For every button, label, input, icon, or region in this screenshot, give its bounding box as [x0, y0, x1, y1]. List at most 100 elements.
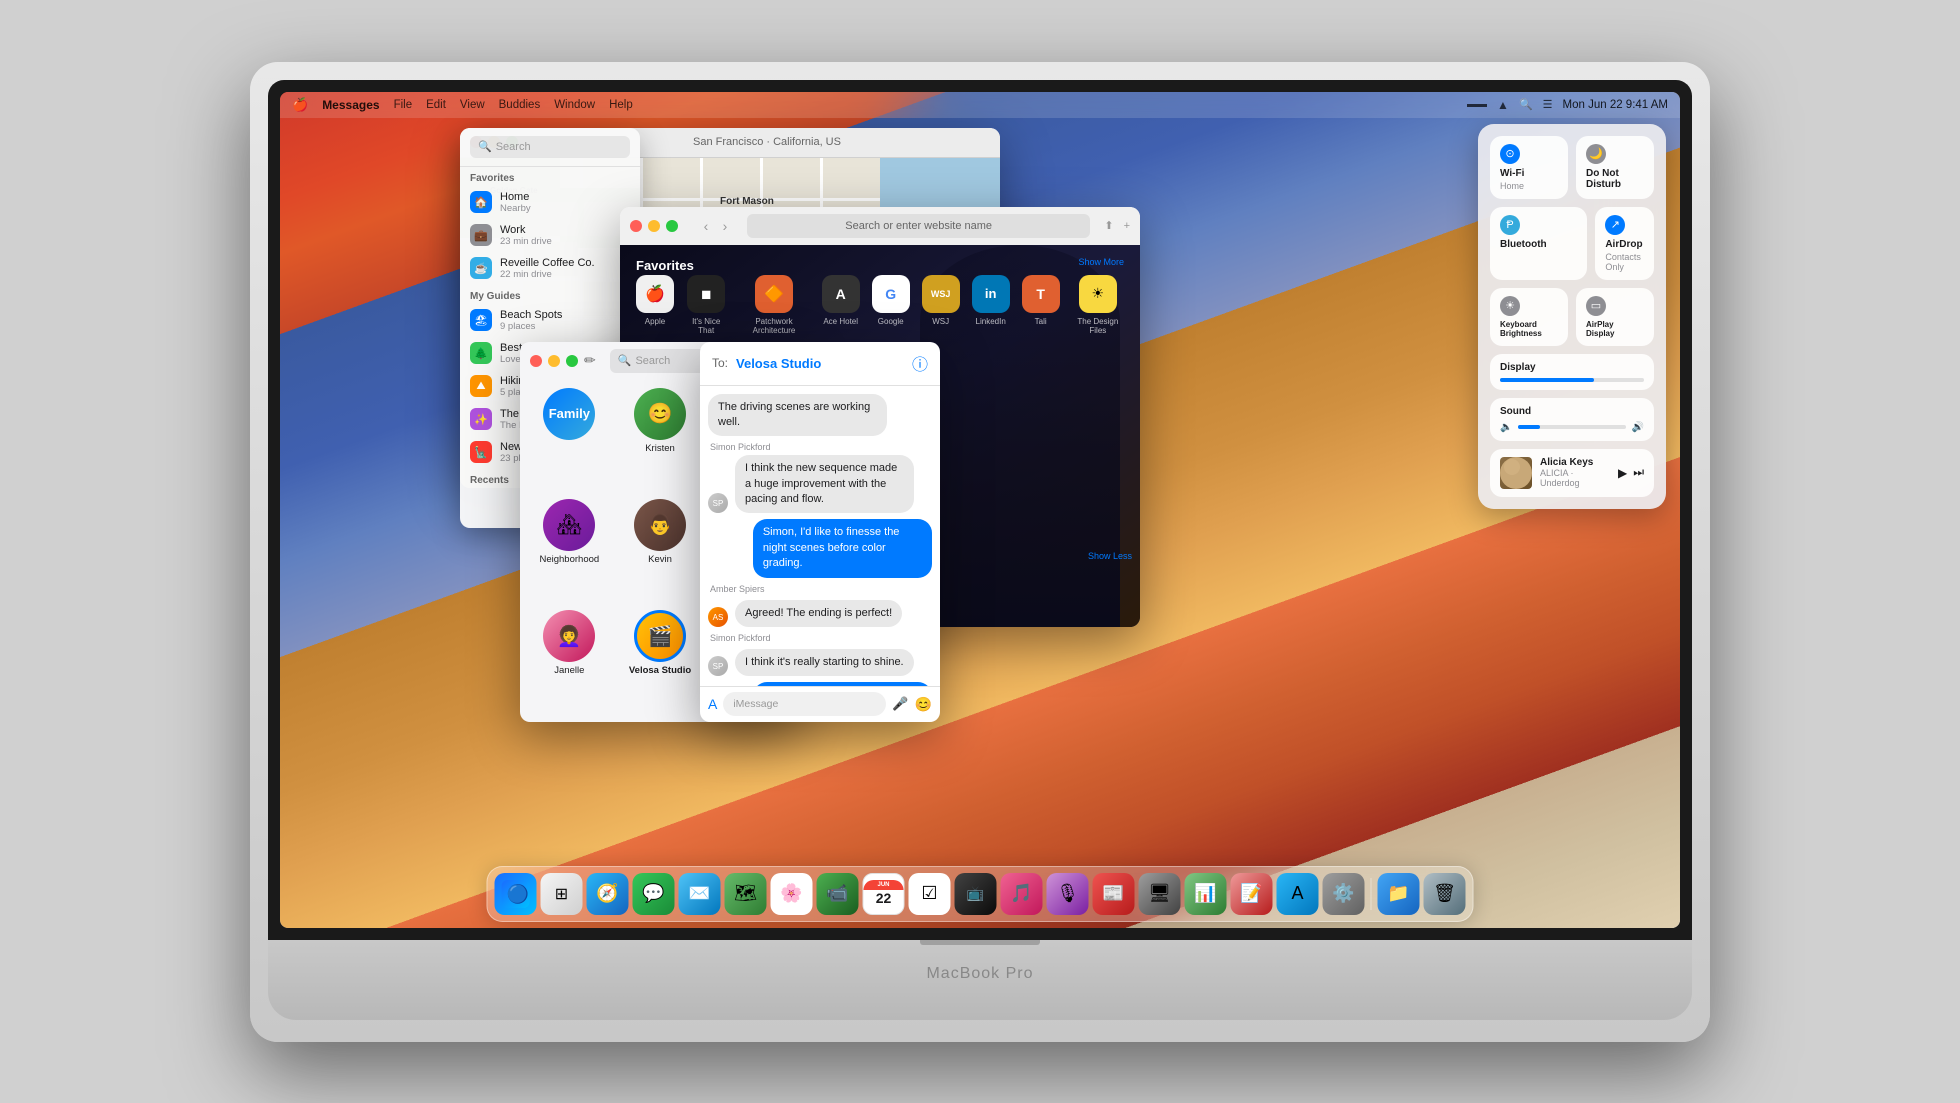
maps-search-input[interactable]: 🔍 Search [470, 136, 630, 158]
menubar-window[interactable]: Window [554, 99, 595, 111]
fav-patchwork[interactable]: 🔶 Patchwork Architecture [738, 275, 809, 335]
dock-news[interactable]: 📰 [1093, 873, 1135, 915]
safari-close-btn[interactable] [630, 220, 642, 232]
contact-kevin[interactable]: 👨 Kevin [619, 499, 702, 602]
menubar-battery-icon[interactable]: ▬▬ [1467, 99, 1487, 110]
cc-sound-track[interactable] [1518, 425, 1625, 429]
cc-bluetooth-tile[interactable]: Ᵽ Bluetooth [1490, 207, 1587, 280]
cc-airdrop-tile[interactable]: ↗ AirDrop Contacts Only [1595, 207, 1654, 280]
dock-folder[interactable]: 📁 [1378, 873, 1420, 915]
favorites-section-title: Favorites [460, 167, 640, 186]
messages-icon: 💬 [642, 883, 664, 904]
cc-next-button[interactable]: ⏭ [1633, 465, 1644, 480]
sidebar-item-coffee[interactable]: ☕ Reveille Coffee Co. 22 min drive [460, 252, 640, 285]
dock-music[interactable]: 🎵 [1001, 873, 1043, 915]
family-label: Family [549, 406, 590, 421]
safari-share-btn[interactable]: ⬆ [1104, 219, 1113, 232]
safari-back-btn[interactable]: ‹ [698, 218, 714, 234]
sidebar-item-home[interactable]: 🏠 Home Nearby [460, 186, 640, 219]
chat-info-button[interactable]: ⓘ [912, 351, 928, 375]
contact-janelle[interactable]: 👩‍🦱 Janelle [528, 610, 611, 713]
cc-dnd-tile[interactable]: 🌙 Do Not Disturb [1576, 136, 1654, 199]
dock-finder[interactable]: 🔵 [495, 873, 537, 915]
dock-appletv[interactable]: 📺 [955, 873, 997, 915]
contact-velosa-studio[interactable]: 🎬 Velosa Studio [619, 610, 702, 713]
cc-play-button[interactable]: ▶ [1618, 466, 1627, 480]
messages-fullscreen-btn[interactable] [566, 355, 578, 367]
contact-family[interactable]: Family [528, 388, 611, 491]
favorites-title: Favorites [636, 258, 694, 273]
dock-numbers[interactable]: 📊 [1185, 873, 1227, 915]
menubar-app-name[interactable]: Messages [322, 98, 379, 112]
dock-mail[interactable]: ✉️ [679, 873, 721, 915]
safari-minimize-btn[interactable] [648, 220, 660, 232]
dock-appstore[interactable]: A [1277, 873, 1319, 915]
chat-message-input[interactable]: iMessage [723, 692, 886, 716]
cc-keyboard-tile[interactable]: ☀ Keyboard Brightness [1490, 288, 1568, 346]
fav-wsj[interactable]: WSJ WSJ [922, 275, 960, 335]
kristen-name: Kristen [645, 443, 675, 454]
dock-podcasts[interactable]: 🎙 [1047, 873, 1089, 915]
fav-google-label: Google [878, 317, 904, 326]
safari-forward-btn[interactable]: › [717, 218, 733, 234]
dock-launchpad[interactable]: ⊞ [541, 873, 583, 915]
fav-acehotel[interactable]: A Ace Hotel [822, 275, 860, 335]
dock-facetime[interactable]: 📹 [817, 873, 859, 915]
show-more-btn[interactable]: Show More [1078, 257, 1124, 267]
chat-appstore-icon[interactable]: A [708, 696, 717, 712]
menubar-search-icon[interactable]: 🔍 [1519, 98, 1533, 111]
fav-designfiles[interactable]: ☀ The Design Files [1072, 275, 1124, 335]
chat-input-placeholder: iMessage [733, 698, 778, 710]
folder-icon: 📁 [1387, 883, 1409, 904]
sidebar-item-beach-spots[interactable]: 🏖 Beach Spots 9 places [460, 304, 640, 337]
messages-compose-icon[interactable]: ✏ [584, 352, 596, 369]
dock-pages[interactable]: 📝 [1231, 873, 1273, 915]
messages-close-btn[interactable] [530, 355, 542, 367]
cc-bluetooth-icon: Ᵽ [1500, 215, 1520, 235]
contact-neighborhood[interactable]: 🏘 Neighborhood [528, 499, 611, 602]
cc-now-playing[interactable]: Alicia Keys ALICIA · Underdog ▶ ⏭ [1490, 449, 1654, 497]
fav-apple[interactable]: 🍎 Apple [636, 275, 674, 335]
menubar-view[interactable]: View [460, 99, 485, 111]
contact-kristen[interactable]: 😊 Kristen [619, 388, 702, 491]
cc-wifi-tile[interactable]: ⊙ Wi-Fi Home [1490, 136, 1568, 199]
fav-tali[interactable]: T Tali [1022, 275, 1060, 335]
messages-search-placeholder: Search [635, 355, 670, 367]
appstore-icon: A [1291, 883, 1303, 904]
sidebar-item-work[interactable]: 💼 Work 23 min drive [460, 219, 640, 252]
messages-minimize-btn[interactable] [548, 355, 560, 367]
safari-fullscreen-btn[interactable] [666, 220, 678, 232]
menubar-controlcenter-icon[interactable]: ☰ [1543, 98, 1553, 111]
menubar-wifi-icon[interactable]: ▲ [1497, 98, 1509, 112]
menubar-edit[interactable]: Edit [426, 99, 446, 111]
chat-msg-5-row: AS Agreed! The ending is perfect! [708, 600, 932, 627]
menubar-help[interactable]: Help [609, 99, 633, 111]
dock-calendar[interactable]: JUN 22 [863, 873, 905, 915]
menubar-file[interactable]: File [394, 99, 413, 111]
dock-safari[interactable]: 🧭 [587, 873, 629, 915]
safari-new-tab-btn[interactable]: + [1124, 220, 1130, 232]
fav-apple-icon: 🍎 [636, 275, 674, 313]
cc-airplay-tile[interactable]: ▭ AirPlay Display [1576, 288, 1654, 346]
show-less-btn[interactable]: Show Less [1088, 551, 1132, 561]
dock-photos[interactable]: 🌸 [771, 873, 813, 915]
menubar-buddies[interactable]: Buddies [499, 99, 541, 111]
dock-separator [1371, 878, 1372, 910]
dock-messages[interactable]: 💬 [633, 873, 675, 915]
chat-messages-list[interactable]: The driving scenes are working well. Sim… [700, 386, 940, 686]
fav-itsnicethat[interactable]: ◼ It's Nice That [686, 275, 726, 335]
dock-trash[interactable]: 🗑 [1424, 873, 1466, 915]
chat-emoji-btn[interactable]: 😊 [915, 696, 932, 713]
chat-sender-amber: Amber Spiers [710, 584, 932, 594]
dock-reminders[interactable]: ☑ [909, 873, 951, 915]
cc-display-track[interactable] [1500, 378, 1644, 382]
fav-google[interactable]: G Google [872, 275, 910, 335]
apple-menu-icon[interactable]: 🍎 [292, 97, 308, 113]
safari-url-bar[interactable]: Search or enter website name [747, 214, 1090, 238]
dock-maps[interactable]: 🗺 [725, 873, 767, 915]
dock-keynote[interactable]: 🖥 [1139, 873, 1181, 915]
dock-syspreferences[interactable]: ⚙️ [1323, 873, 1365, 915]
chat-audio-icon[interactable]: 🎤 [892, 696, 908, 712]
fav-wsj-label: WSJ [932, 317, 949, 326]
fav-linkedin[interactable]: in LinkedIn [972, 275, 1010, 335]
